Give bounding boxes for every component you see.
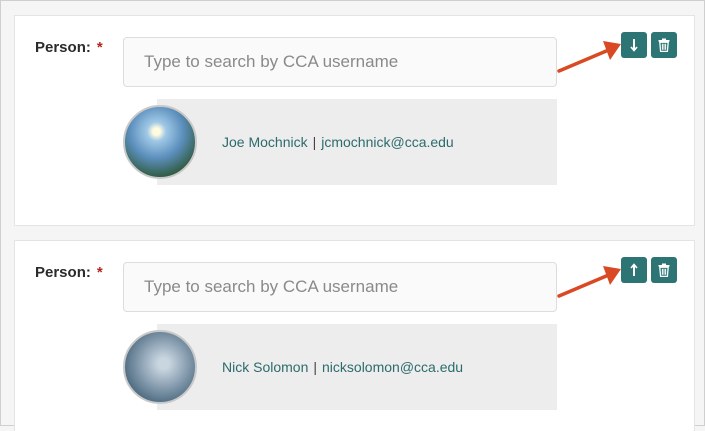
arrow-up-icon: [630, 263, 638, 276]
person-search-input[interactable]: [123, 37, 557, 87]
trash-icon: [658, 38, 670, 52]
selected-person-text: Nick Solomon | nicksolomon@cca.edu: [222, 359, 463, 375]
selected-person-text: Joe Mochnick | jcmochnick@cca.edu: [222, 134, 454, 150]
delete-button[interactable]: [651, 257, 677, 283]
person-label: Person: *: [35, 39, 103, 56]
arrow-down-icon: [630, 39, 638, 52]
separator: |: [313, 359, 318, 375]
avatar: [123, 330, 197, 404]
separator: |: [312, 134, 317, 150]
person-name: Nick Solomon: [222, 359, 309, 375]
delete-button[interactable]: [651, 32, 677, 58]
form-frame: Person:* Joe Mochnick|jcmochnick@cca.edu: [0, 0, 705, 431]
required-marker: *: [96, 39, 103, 56]
person-card-1: Person:* Joe Mochnick|jcmochnick@cca.edu: [14, 15, 695, 226]
required-marker: *: [96, 264, 103, 281]
person-search-input[interactable]: [123, 262, 557, 312]
person-email: nicksolomon@cca.edu: [322, 359, 464, 375]
avatar: [123, 105, 197, 179]
trash-icon: [658, 263, 670, 277]
annotation-arrow-icon: [557, 266, 621, 298]
person-name: Joe Mochnick: [222, 134, 308, 150]
person-label: Person: *: [35, 264, 103, 281]
person-card-2: Person:* Nick Solomon|nicksolomon@cca.ed…: [14, 240, 695, 431]
annotation-arrow-icon: [557, 41, 621, 73]
person-email: jcmochnick@cca.edu: [321, 134, 454, 150]
